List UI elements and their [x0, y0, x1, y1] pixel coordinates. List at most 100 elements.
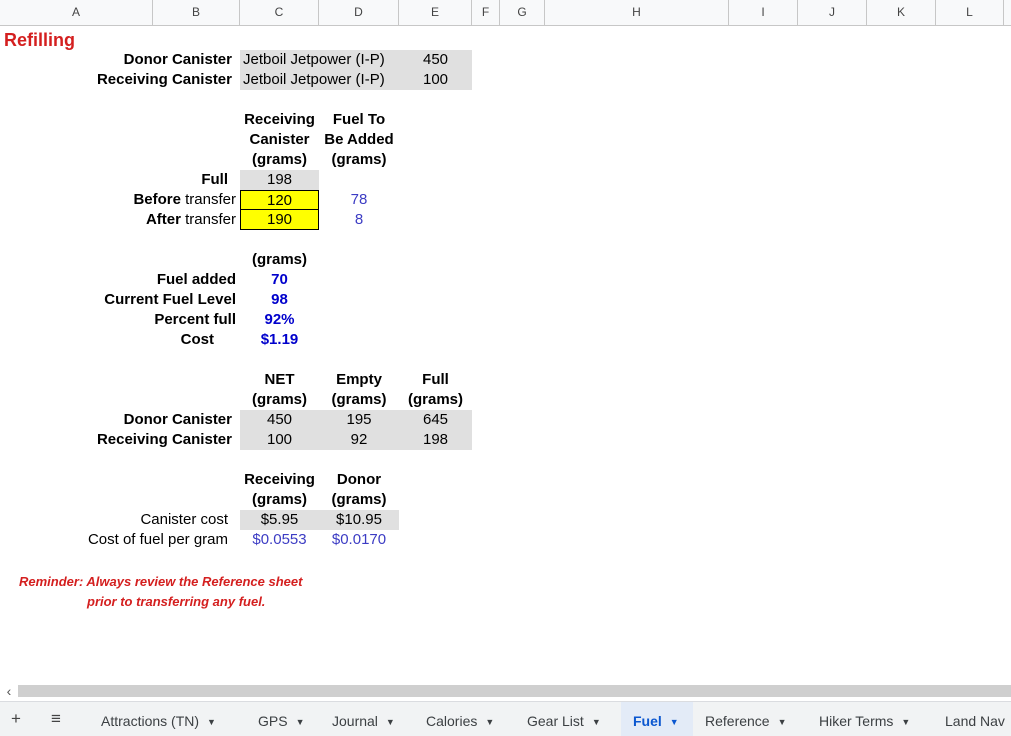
header-full-2[interactable]: (grams) [399, 390, 472, 410]
summary-unit-header[interactable]: (grams) [240, 250, 319, 270]
cost-header-receiving-2[interactable]: (grams) [240, 490, 319, 510]
caret-down-icon: ▼ [777, 717, 787, 727]
header-receiving-2[interactable]: Canister [240, 130, 319, 150]
donor-net[interactable]: 450 [240, 410, 319, 430]
after-transfer-label[interactable]: After transfer [0, 210, 236, 230]
current-fuel-label[interactable]: Current Fuel Level [0, 290, 236, 310]
cost-header-receiving-1[interactable]: Receiving [240, 470, 319, 490]
header-empty-2[interactable]: (grams) [319, 390, 399, 410]
donor-full[interactable]: 645 [399, 410, 472, 430]
column-header-h[interactable]: H [545, 0, 729, 25]
header-empty-1[interactable]: Empty [319, 370, 399, 390]
fuel-added-label[interactable]: Fuel added [0, 270, 236, 290]
column-header-f[interactable]: F [472, 0, 500, 25]
receiving-net[interactable]: 100 [240, 430, 319, 450]
tab-journal[interactable]: Journal ▼ [332, 702, 395, 736]
after-rest: transfer [180, 211, 236, 228]
after-fuel-to-add[interactable]: 8 [319, 210, 399, 230]
header-full-1[interactable]: Full [399, 370, 472, 390]
cost-value[interactable]: $1.19 [240, 330, 319, 350]
after-bold: After [145, 211, 181, 228]
receiving-canister-cost[interactable]: $5.95 [240, 510, 319, 530]
sheet-grid[interactable]: Refilling Donor Canister Jetboil Jetpowe… [0, 26, 1011, 682]
canister-cost-label[interactable]: Canister cost [0, 510, 228, 530]
before-fuel-to-add[interactable]: 78 [319, 190, 399, 210]
cost-label[interactable]: Cost [0, 330, 214, 350]
receiving-empty[interactable]: 92 [319, 430, 399, 450]
tab-reference[interactable]: Reference ▼ [705, 702, 787, 736]
header-net-1[interactable]: NET [240, 370, 319, 390]
header-net-2[interactable]: (grams) [240, 390, 319, 410]
sheet-title[interactable]: Refilling [4, 29, 75, 51]
receiving-per-gram[interactable]: $0.0553 [240, 530, 319, 550]
donor-empty[interactable]: 195 [319, 410, 399, 430]
cost-header-donor-1[interactable]: Donor [319, 470, 399, 490]
full-label[interactable]: Full [0, 170, 228, 190]
per-gram-label[interactable]: Cost of fuel per gram [0, 530, 228, 550]
header-fuel-3[interactable]: (grams) [319, 150, 399, 170]
tab-label: Calories [426, 713, 478, 729]
fuel-added-value[interactable]: 70 [240, 270, 319, 290]
column-header-a[interactable]: A [0, 0, 153, 25]
scrollbar-thumb[interactable] [18, 685, 1011, 697]
horizontal-scrollbar[interactable]: ‹ [0, 683, 1011, 699]
column-header-bar: A B C D E F G H I J K L [0, 0, 1011, 26]
donor-canister-cost[interactable]: $10.95 [319, 510, 399, 530]
cost-header-donor-2[interactable]: (grams) [319, 490, 399, 510]
header-receiving-3[interactable]: (grams) [240, 150, 319, 170]
header-fuel-2[interactable]: Be Added [319, 130, 399, 150]
tab-label: Hiker Terms [819, 713, 894, 729]
column-header-d[interactable]: D [319, 0, 399, 25]
column-header-g[interactable]: G [500, 0, 545, 25]
donor-canister-label[interactable]: Donor Canister [0, 50, 232, 70]
column-header-l[interactable]: L [936, 0, 1004, 25]
menu-icon[interactable]: ≡ [41, 702, 71, 736]
reminder-line-2[interactable]: prior to transferring any fuel. [87, 592, 265, 612]
receiving-amount[interactable]: 100 [399, 70, 472, 90]
receiving-model[interactable]: Jetboil Jetpower (I-P) [243, 70, 385, 90]
donor-model[interactable]: Jetboil Jetpower (I-P) [243, 50, 385, 70]
caret-down-icon: ▼ [901, 717, 911, 727]
column-header-k[interactable]: K [867, 0, 936, 25]
receiving-full[interactable]: 198 [399, 430, 472, 450]
percent-full-label[interactable]: Percent full [0, 310, 236, 330]
reminder-line-1[interactable]: Reminder: Always review the Reference sh… [19, 572, 302, 592]
caret-down-icon: ▼ [485, 717, 495, 727]
tab-attractions[interactable]: Attractions (TN) ▼ [101, 702, 216, 736]
tab-gps[interactable]: GPS ▼ [258, 702, 305, 736]
before-rest: transfer [180, 191, 236, 208]
scroll-left-icon[interactable]: ‹ [2, 683, 16, 699]
tab-land-nav[interactable]: Land Nav [945, 702, 1005, 736]
weights-donor-label[interactable]: Donor Canister [0, 410, 232, 430]
tab-label: Attractions (TN) [101, 713, 200, 729]
tab-label: Fuel [633, 713, 662, 729]
donor-amount[interactable]: 450 [399, 50, 472, 70]
current-fuel-value[interactable]: 98 [240, 290, 319, 310]
before-bold: Before [133, 191, 181, 208]
tab-fuel[interactable]: Fuel ▼ [621, 702, 693, 736]
tab-calories[interactable]: Calories ▼ [426, 702, 494, 736]
percent-full-value[interactable]: 92% [240, 310, 319, 330]
caret-down-icon: ▼ [295, 717, 305, 727]
tab-label: Reference [705, 713, 770, 729]
weights-receiving-label[interactable]: Receiving Canister [0, 430, 232, 450]
header-fuel-1[interactable]: Fuel To [319, 110, 399, 130]
header-receiving-1[interactable]: Receiving [240, 110, 319, 130]
full-value[interactable]: 198 [240, 170, 319, 190]
caret-down-icon: ▼ [591, 717, 601, 727]
plus-icon[interactable]: + [1, 702, 31, 736]
receiving-canister-label[interactable]: Receiving Canister [0, 70, 232, 90]
tab-label: Land Nav [945, 713, 1005, 729]
tab-label: Gear List [527, 713, 584, 729]
column-header-j[interactable]: J [798, 0, 867, 25]
before-transfer-label[interactable]: Before transfer [0, 190, 236, 210]
after-transfer-input[interactable]: 190 [240, 210, 319, 230]
column-header-b[interactable]: B [153, 0, 240, 25]
tab-hiker-terms[interactable]: Hiker Terms ▼ [819, 702, 910, 736]
donor-per-gram[interactable]: $0.0170 [319, 530, 399, 550]
column-header-e[interactable]: E [399, 0, 472, 25]
tab-gear-list[interactable]: Gear List ▼ [527, 702, 601, 736]
column-header-c[interactable]: C [240, 0, 319, 25]
column-header-i[interactable]: I [729, 0, 798, 25]
before-transfer-input[interactable]: 120 [240, 190, 319, 210]
